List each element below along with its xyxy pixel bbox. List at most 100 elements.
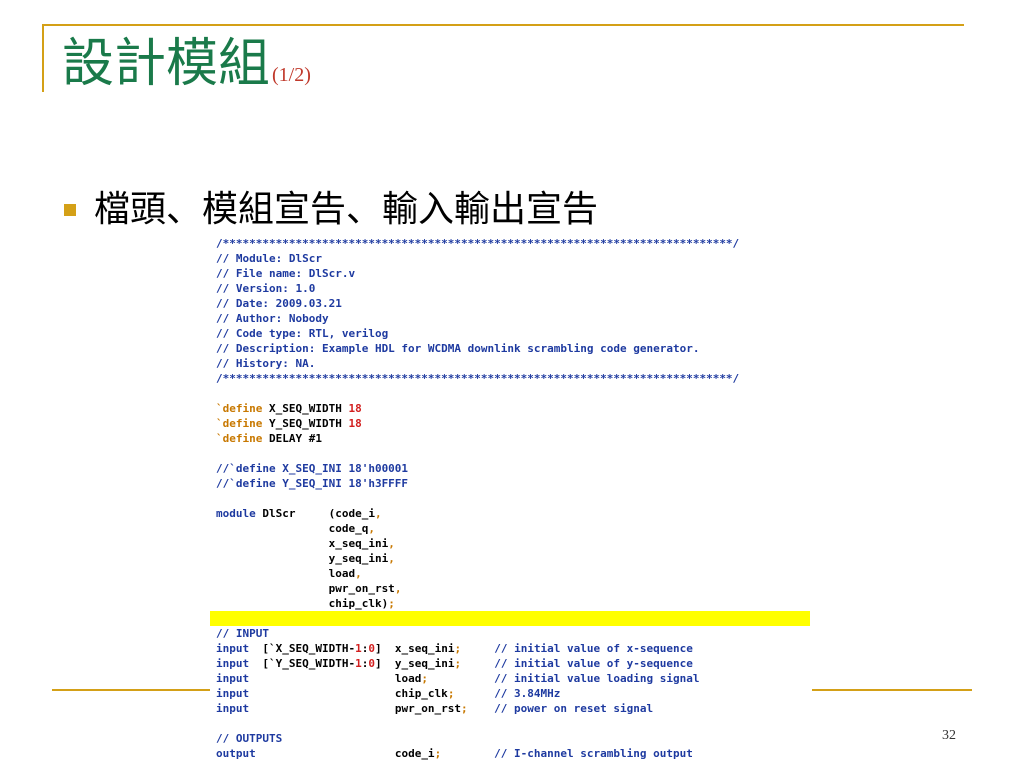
title-rule-left (42, 24, 44, 92)
code-token: 1 (355, 642, 362, 655)
code-token: , (368, 522, 375, 535)
code-token: y_seq_ini (216, 552, 389, 565)
code-line: input [`X_SEQ_WIDTH-1:0] x_seq_ini; // i… (210, 641, 810, 656)
code-token: input (216, 672, 250, 685)
code-token: ; (461, 702, 468, 715)
code-token: // initial value of y-sequence (494, 657, 693, 670)
code-token: [`Y_SEQ_WIDTH- (249, 657, 356, 670)
code-token: , (388, 537, 395, 550)
code-token: /***************************************… (216, 237, 740, 250)
code-line: input load; // initial value loading sig… (210, 671, 810, 686)
slide-title-text: 設計模組 (62, 34, 271, 94)
code-line: input [`Y_SEQ_WIDTH-1:0] y_seq_ini; // i… (210, 656, 810, 671)
slide-title: 設計模組 (1/2) (62, 38, 311, 90)
code-line: // Code type: RTL, verilog (210, 326, 810, 341)
bullet-item: 檔頭、模組宣告、輸入輸出宣告 (64, 192, 598, 228)
code-line: /***************************************… (210, 236, 810, 251)
code-line: pwr_on_rst, (210, 581, 810, 596)
footer-rule-right (812, 689, 972, 691)
code-line: // File name: DlScr.v (210, 266, 810, 281)
code-token: `define (216, 432, 263, 445)
code-line: module DlScr (code_i, (210, 506, 810, 521)
code-token: chip_clk (249, 687, 448, 700)
title-rule-top (42, 24, 964, 26)
slide-title-suffix: (1/2) (272, 64, 311, 86)
code-line: // History: NA. (210, 356, 810, 371)
code-line: // Description: Example HDL for WCDMA do… (210, 341, 810, 356)
code-token: chip_clk) (216, 597, 389, 610)
code-token: 18 (348, 417, 362, 430)
code-token: load (249, 672, 422, 685)
code-token: 0 (368, 657, 375, 670)
code-token: X_SEQ_WIDTH (262, 402, 349, 415)
code-token: 0 (368, 642, 375, 655)
code-token: input (216, 657, 250, 670)
code-token: //`define Y_SEQ_INI 18'h3FFFF (216, 477, 409, 490)
code-line: code_q, (210, 521, 810, 536)
code-token: pwr_on_rst (216, 582, 395, 595)
code-token: [`X_SEQ_WIDTH- (249, 642, 356, 655)
code-token: ] x_seq_ini (374, 642, 455, 655)
code-listing: /***************************************… (210, 236, 810, 761)
code-token: code_i (255, 747, 435, 760)
code-token: // Description: Example HDL for WCDMA do… (216, 342, 700, 355)
bullet-text: 檔頭、模組宣告、輸入輸出宣告 (94, 189, 599, 230)
code-token: input (216, 687, 250, 700)
code-token: load (216, 567, 356, 580)
code-token: x_seq_ini (216, 537, 389, 550)
code-token: // Version: 1.0 (216, 282, 316, 295)
code-line: // Module: DlScr (210, 251, 810, 266)
code-line: //`define X_SEQ_INI 18'h00001 (210, 461, 810, 476)
code-line: /***************************************… (210, 371, 810, 386)
code-line: x_seq_ini, (210, 536, 810, 551)
code-token: `define (216, 417, 263, 430)
code-line: input pwr_on_rst; // power on reset sign… (210, 701, 810, 716)
code-line: `define X_SEQ_WIDTH 18 (210, 401, 810, 416)
code-token: // Code type: RTL, verilog (216, 327, 389, 340)
code-token: // Author: Nobody (216, 312, 329, 325)
code-token: module (216, 507, 256, 520)
code-token: ] y_seq_ini (374, 657, 455, 670)
code-line: input chip_clk; // 3.84MHz (210, 686, 810, 701)
code-token: // OUTPUTS (216, 732, 283, 745)
code-token: ; (388, 597, 395, 610)
code-line: // Author: Nobody (210, 311, 810, 326)
code-line: // Version: 1.0 (210, 281, 810, 296)
code-token: input (216, 642, 250, 655)
code-token: , (388, 552, 395, 565)
code-token: // Date: 2009.03.21 (216, 297, 342, 310)
code-line: // Date: 2009.03.21 (210, 296, 810, 311)
code-line: `define Y_SEQ_WIDTH 18 (210, 416, 810, 431)
code-token: output (216, 747, 256, 760)
code-line: //`define Y_SEQ_INI 18'h3FFFF (210, 476, 810, 491)
code-line: `define DELAY #1 (210, 431, 810, 446)
code-token: 18 (348, 402, 362, 415)
code-line: load, (210, 566, 810, 581)
code-token: /***************************************… (216, 372, 740, 385)
code-token: // File name: DlScr.v (216, 267, 356, 280)
code-token: , (374, 507, 382, 520)
code-token: input (216, 702, 250, 715)
page-number: 32 (942, 728, 956, 743)
code-token: // power on reset signal (494, 702, 654, 715)
code-token: // History: NA. (216, 357, 316, 370)
code-token: // INPUT (216, 627, 269, 640)
code-token: ; (421, 672, 428, 685)
code-line: y_seq_ini, (210, 551, 810, 566)
code-token: // Module: DlScr (216, 252, 322, 265)
code-line: output code_i; // I-channel scrambling o… (210, 746, 810, 761)
square-bullet-icon (64, 204, 76, 216)
code-token: DELAY #1 (262, 432, 322, 445)
code-line: chip_clk); (210, 596, 810, 611)
code-token: // initial value of x-sequence (494, 642, 693, 655)
code-token: // initial value loading signal (494, 672, 700, 685)
